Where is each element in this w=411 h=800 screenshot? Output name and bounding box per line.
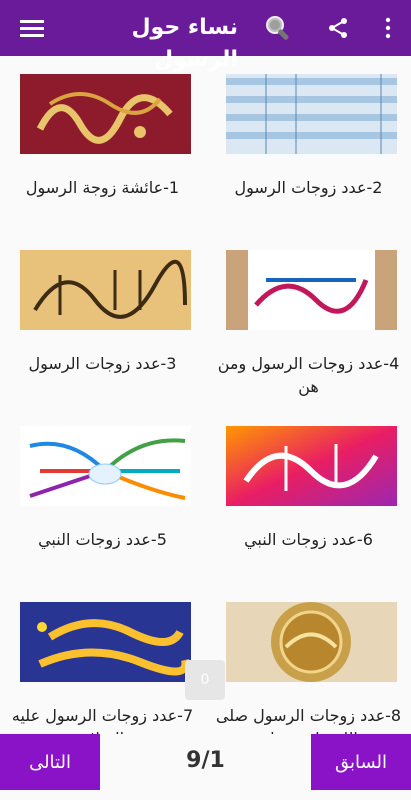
app-bar: نساء حول الرسول [0,0,411,72]
grid-item[interactable]: 2-عدد زوجات الرسول [206,56,411,226]
page-indicator: 9/1 [186,748,225,773]
item-thumbnail [226,250,397,330]
item-thumbnail [226,602,397,682]
item-thumbnail [20,250,191,330]
grid-item[interactable]: 1-عائشة زوجة الرسول [0,56,205,226]
grid-item[interactable]: 5-عدد زوجات النبي [0,408,205,578]
more-vert-icon[interactable] [372,12,404,44]
item-thumbnail [20,602,191,682]
item-thumbnail [20,74,191,154]
item-caption: 3-عدد زوجات الرسول [28,354,177,373]
item-thumbnail [20,426,191,506]
item-caption: 5-عدد زوجات النبي [38,530,167,549]
next-button[interactable]: التالى [0,734,100,790]
counter-badge[interactable]: 0 [185,660,225,700]
grid-item[interactable]: 8-عدد زوجات الرسول صلى الله عليه وسلم [206,584,411,754]
item-thumbnail [226,74,397,154]
grid-item[interactable]: 7-عدد زوجات الرسول عليه السلام [0,584,205,754]
grid-item[interactable]: 3-عدد زوجات الرسول [0,232,205,402]
menu-icon[interactable] [16,12,48,44]
items-grid: 1-عائشة زوجة الرسول 2-عدد زوجات الرسول 3… [0,56,411,748]
footer: التالى 9/1 السابق [0,734,411,800]
search-icon[interactable] [262,12,294,44]
item-caption: 1-عائشة زوجة الرسول [25,178,180,197]
item-caption: 4-عدد زوجات الرسول ومن هن [217,354,400,396]
share-icon[interactable] [322,12,354,44]
item-caption: 2-عدد زوجات الرسول [234,178,383,197]
previous-button[interactable]: السابق [311,734,411,790]
grid-item[interactable]: 6-عدد زوجات النبي [206,408,411,578]
item-caption: 6-عدد زوجات النبي [244,530,373,549]
grid-item[interactable]: 4-عدد زوجات الرسول ومن هن [206,232,411,402]
item-thumbnail [226,426,397,506]
